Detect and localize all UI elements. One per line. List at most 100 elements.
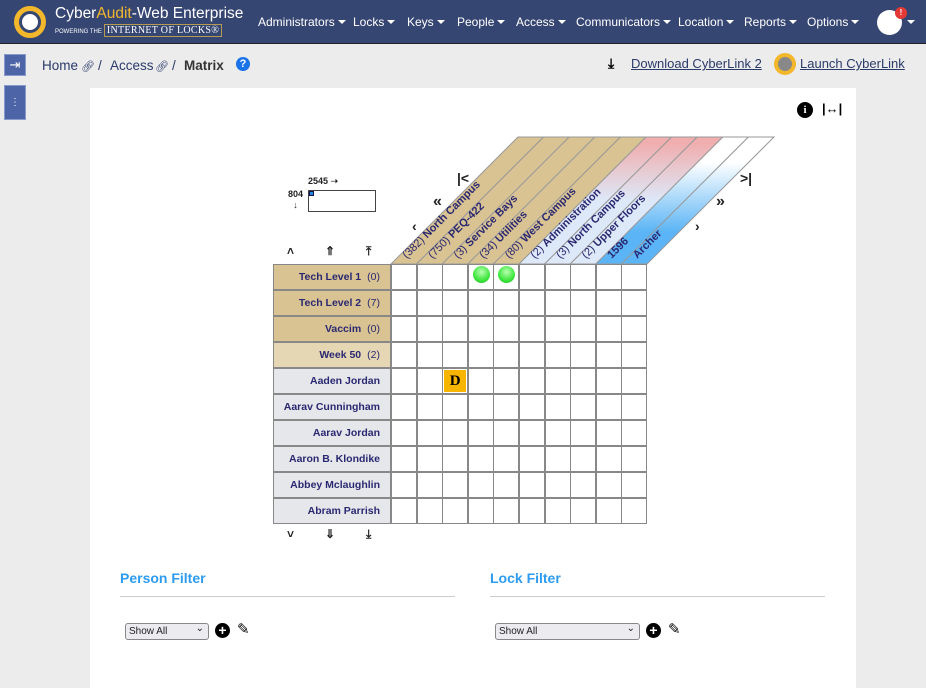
matrix-cell[interactable] — [621, 472, 648, 498]
matrix-cell[interactable] — [544, 420, 571, 446]
matrix-cell[interactable] — [416, 264, 443, 290]
matrix-cell[interactable] — [442, 342, 469, 368]
last-column-icon[interactable]: >| — [740, 170, 752, 186]
matrix-cell[interactable] — [416, 498, 443, 524]
matrix-cell[interactable] — [570, 368, 597, 394]
matrix-cell[interactable] — [416, 446, 443, 472]
matrix-cell[interactable] — [595, 342, 622, 368]
prev-row-icon[interactable]: ˄ — [287, 244, 294, 258]
matrix-cell[interactable] — [391, 316, 417, 342]
person-filter-select[interactable]: Show All — [125, 623, 209, 640]
add-lock-filter-icon[interactable]: + — [646, 623, 661, 638]
matrix-cell[interactable] — [493, 394, 520, 420]
matrix-cell[interactable] — [493, 264, 520, 290]
matrix-cell[interactable] — [595, 368, 622, 394]
matrix-cell[interactable] — [391, 420, 417, 446]
matrix-cell[interactable]: D — [442, 368, 469, 394]
matrix-cell[interactable] — [595, 264, 622, 290]
row-header[interactable]: Vaccim (0) — [273, 316, 391, 342]
matrix-cell[interactable] — [493, 342, 520, 368]
next-row-icon[interactable]: ˅ — [287, 527, 294, 541]
matrix-cell[interactable] — [544, 472, 571, 498]
matrix-cell[interactable] — [442, 472, 469, 498]
matrix-cell[interactable] — [519, 420, 545, 446]
matrix-cell[interactable] — [621, 368, 648, 394]
matrix-cell[interactable] — [595, 472, 622, 498]
matrix-cell[interactable] — [442, 420, 469, 446]
add-person-filter-icon[interactable]: + — [215, 623, 230, 638]
matrix-cell[interactable] — [467, 342, 494, 368]
matrix-cell[interactable] — [442, 498, 469, 524]
matrix-cell[interactable] — [595, 290, 622, 316]
matrix-cell[interactable] — [493, 316, 520, 342]
matrix-cell[interactable] — [416, 316, 443, 342]
matrix-cell[interactable] — [544, 264, 571, 290]
matrix-cell[interactable] — [544, 394, 571, 420]
matrix-cell[interactable] — [467, 498, 494, 524]
matrix-cell[interactable] — [544, 368, 571, 394]
matrix-cell[interactable] — [621, 446, 648, 472]
matrix-cell[interactable] — [416, 290, 443, 316]
row-header[interactable]: Abbey Mclaughlin — [273, 472, 391, 498]
row-header[interactable]: Aarav Jordan — [273, 420, 391, 446]
matrix-cell[interactable] — [519, 316, 545, 342]
matrix-cell[interactable] — [621, 394, 648, 420]
matrix-cell[interactable] — [570, 420, 597, 446]
matrix-cell[interactable] — [519, 290, 545, 316]
matrix-cell[interactable] — [391, 446, 417, 472]
matrix-cell[interactable] — [442, 446, 469, 472]
matrix-cell[interactable] — [493, 290, 520, 316]
matrix-cell[interactable] — [416, 342, 443, 368]
matrix-cell[interactable] — [467, 420, 494, 446]
matrix-cell[interactable] — [493, 472, 520, 498]
matrix-cell[interactable] — [595, 446, 622, 472]
next-column-icon[interactable]: › — [695, 218, 700, 234]
matrix-cell[interactable] — [391, 394, 417, 420]
matrix-cell[interactable] — [442, 316, 469, 342]
page-left-icon[interactable]: « — [433, 193, 442, 211]
matrix-cell[interactable] — [621, 264, 648, 290]
matrix-cell[interactable] — [467, 264, 494, 290]
matrix-cell[interactable] — [519, 446, 545, 472]
matrix-cell[interactable] — [467, 316, 494, 342]
prev-column-icon[interactable]: ‹ — [412, 218, 417, 234]
matrix-cell[interactable] — [621, 342, 648, 368]
row-header[interactable]: Tech Level 1 (0) — [273, 264, 391, 290]
first-column-icon[interactable]: |< — [457, 170, 469, 186]
matrix-cell[interactable] — [595, 420, 622, 446]
matrix-cell[interactable] — [519, 472, 545, 498]
matrix-cell[interactable] — [544, 498, 571, 524]
matrix-cell[interactable] — [519, 264, 545, 290]
matrix-cell[interactable] — [391, 264, 417, 290]
matrix-cell[interactable] — [467, 394, 494, 420]
matrix-cell[interactable] — [621, 498, 648, 524]
matrix-cell[interactable] — [570, 316, 597, 342]
matrix-cell[interactable] — [519, 498, 545, 524]
matrix-cell[interactable] — [391, 498, 417, 524]
matrix-cell[interactable] — [416, 394, 443, 420]
matrix-cell[interactable] — [416, 472, 443, 498]
matrix-cell[interactable] — [544, 290, 571, 316]
matrix-cell[interactable] — [519, 368, 545, 394]
first-row-icon[interactable]: ⤒ — [366, 244, 371, 259]
edit-person-filter-icon[interactable]: ✎ — [237, 620, 250, 638]
row-header[interactable]: Abram Parrish — [273, 498, 391, 524]
matrix-cell[interactable] — [467, 472, 494, 498]
matrix-cell[interactable] — [570, 394, 597, 420]
row-header[interactable]: Week 50 (2) — [273, 342, 391, 368]
matrix-cell[interactable] — [391, 368, 417, 394]
last-row-icon[interactable]: ⤓ — [366, 527, 371, 542]
matrix-cell[interactable] — [467, 290, 494, 316]
matrix-cell[interactable] — [467, 446, 494, 472]
matrix-cell[interactable] — [621, 316, 648, 342]
matrix-cell[interactable] — [493, 368, 520, 394]
matrix-cell[interactable] — [570, 342, 597, 368]
matrix-cell[interactable] — [493, 446, 520, 472]
row-header[interactable]: Aaden Jordan — [273, 368, 391, 394]
row-header[interactable]: Aaron B. Klondike — [273, 446, 391, 472]
matrix-cell[interactable] — [442, 290, 469, 316]
matrix-cell[interactable] — [570, 498, 597, 524]
matrix-cell[interactable] — [416, 420, 443, 446]
matrix-cell[interactable] — [391, 472, 417, 498]
matrix-cell[interactable] — [467, 368, 494, 394]
